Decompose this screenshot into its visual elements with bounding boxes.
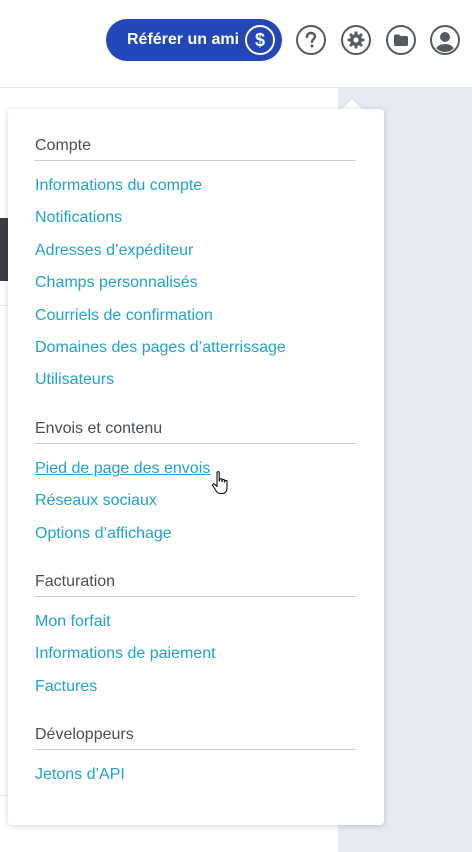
menu-section-sends-content: Envois et contenu Pied de page des envoi… [35, 414, 356, 553]
menu-item-invoices[interactable]: Factures [35, 674, 356, 706]
menu-item-confirmation-emails[interactable]: Courriels de confirmation [35, 303, 356, 335]
menu-item-payment-info[interactable]: Informations de paiement [35, 641, 356, 673]
section-title-envois: Envois et contenu [35, 414, 356, 444]
menu-item-account-info[interactable]: Informations du compte [35, 173, 356, 205]
menu-section-developers: Développeurs Jetons d’API [35, 720, 356, 794]
section-title-developpeurs: Développeurs [35, 720, 356, 750]
user-avatar-icon[interactable] [430, 25, 460, 55]
menu-item-social-networks[interactable]: Réseaux sociaux [35, 488, 356, 520]
dollar-icon: $ [245, 25, 275, 55]
refer-friend-button[interactable]: Référer un ami $ [106, 19, 282, 61]
folder-icon[interactable] [386, 25, 416, 55]
section-title-facturation: Facturation [35, 567, 356, 597]
menu-item-sender-addresses[interactable]: Adresses d’expéditeur [35, 238, 356, 270]
top-header: Référer un ami $ [0, 0, 472, 88]
settings-dropdown-menu: Compte Informations du compte Notificati… [8, 109, 384, 825]
menu-item-notifications[interactable]: Notifications [35, 205, 356, 237]
menu-item-display-options[interactable]: Options d’affichage [35, 521, 356, 553]
dropdown-pointer [342, 99, 362, 109]
menu-item-api-tokens[interactable]: Jetons d’API [35, 762, 356, 794]
menu-item-landing-page-domains[interactable]: Domaines des pages d’atterrissage [35, 335, 356, 367]
menu-item-users[interactable]: Utilisateurs [35, 367, 356, 399]
menu-item-my-plan[interactable]: Mon forfait [35, 609, 356, 641]
section-title-compte: Compte [35, 131, 356, 161]
settings-gear-icon[interactable] [341, 25, 371, 55]
help-icon[interactable] [296, 25, 326, 55]
menu-section-account: Compte Informations du compte Notificati… [35, 131, 356, 400]
refer-friend-label: Référer un ami [127, 31, 240, 48]
menu-item-custom-fields[interactable]: Champs personnalisés [35, 270, 356, 302]
menu-item-send-footer[interactable]: Pied de page des envois [35, 456, 356, 488]
menu-section-billing: Facturation Mon forfait Informations de … [35, 567, 356, 706]
